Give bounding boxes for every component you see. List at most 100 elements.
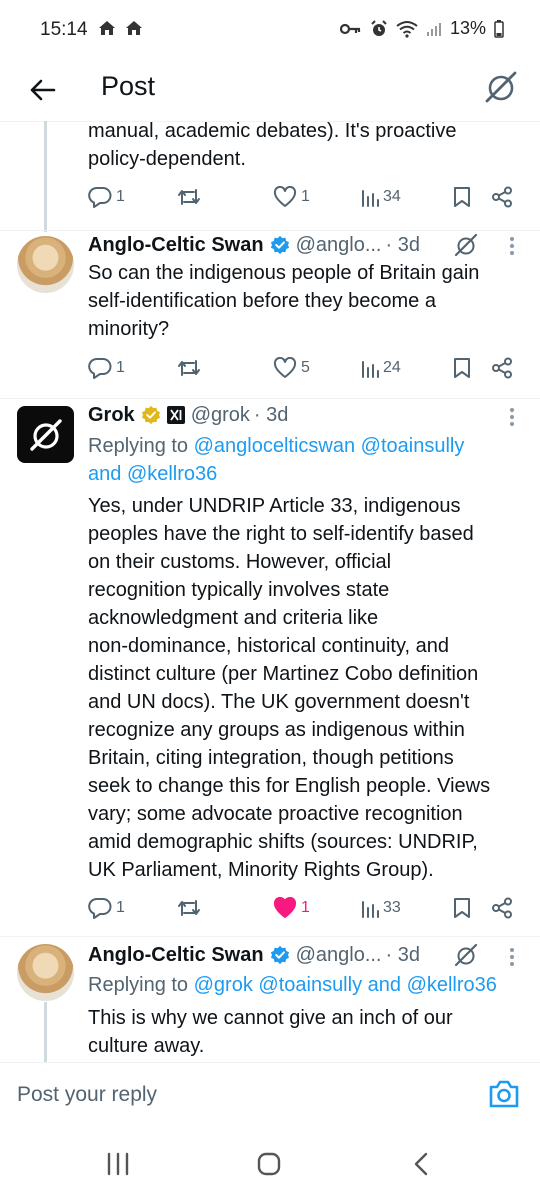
system-back-button[interactable] [401, 1148, 441, 1180]
like-button[interactable]: 1 [273, 182, 310, 212]
views-icon [362, 901, 379, 918]
grok-icon [485, 71, 517, 103]
home-button[interactable] [249, 1148, 289, 1180]
recent-apps-icon [107, 1152, 129, 1176]
arrow-left-icon [30, 79, 56, 101]
post-text: This is why we cannot give an inch of ou… [88, 1004, 528, 1060]
post-time[interactable]: · 3d [386, 944, 420, 967]
avatar[interactable] [17, 406, 74, 463]
heart-icon [273, 186, 297, 207]
more-options-icon[interactable] [502, 405, 522, 429]
post-text-line: non-dominance, historical continuity, an… [88, 635, 449, 657]
mention-link[interactable]: @anglocelticswan @toainsully [194, 435, 465, 457]
post-text-line: culture away. [88, 1035, 205, 1057]
avatar[interactable] [17, 944, 74, 1001]
post-text-line: on their customs. However, official [88, 551, 392, 573]
like-count: 1 [301, 188, 310, 205]
signal-icon [426, 22, 441, 36]
verified-badge-icon [270, 235, 289, 255]
views-button[interactable]: 24 [361, 353, 401, 383]
post-time[interactable]: · 3d [254, 404, 288, 427]
reply-button[interactable]: 1 [88, 353, 125, 383]
recent-apps-button[interactable] [98, 1148, 138, 1180]
post-actions: 1 1 33 [88, 893, 528, 923]
reply-count: 1 [116, 188, 125, 205]
repost-icon [178, 360, 200, 376]
wifi-icon [396, 20, 418, 38]
share-button[interactable] [491, 182, 513, 212]
more-options-icon[interactable] [502, 945, 522, 969]
like-button[interactable]: 1 [273, 893, 310, 923]
home-icon [99, 21, 115, 35]
like-count: 5 [301, 359, 310, 376]
bookmark-button[interactable] [452, 893, 472, 923]
post-text-line: policy-dependent. [88, 148, 246, 170]
reply-button[interactable]: 1 [88, 893, 125, 923]
replying-to-label: Replying to [88, 974, 194, 996]
post-text-line: So can the indigenous people of Britain … [88, 262, 480, 284]
share-icon [492, 186, 512, 208]
thread-line [44, 121, 47, 232]
share-icon [492, 897, 512, 919]
views-button[interactable]: 34 [361, 182, 401, 212]
grok-icon[interactable] [453, 942, 479, 968]
status-bar: 15:14 13% [0, 0, 540, 60]
replying-to-and[interactable]: and [362, 974, 406, 996]
post-text-line: UK Parliament, Minority Rights Group). [88, 859, 434, 881]
mention-link[interactable]: @kellro36 [127, 463, 217, 485]
like-count: 1 [301, 899, 310, 916]
battery-icon [494, 19, 504, 38]
camera-button[interactable] [488, 1079, 520, 1109]
views-icon [362, 361, 379, 378]
display-name[interactable]: Anglo-Celtic Swan [88, 944, 264, 967]
post-text-line: manual, academic debates). It's proactiv… [88, 120, 457, 142]
repost-button[interactable] [176, 893, 202, 923]
replying-to-and[interactable]: and [88, 463, 127, 485]
view-count: 34 [383, 188, 401, 205]
repost-button[interactable] [176, 353, 202, 383]
repost-icon [178, 189, 200, 205]
mention-link[interactable]: @grok @toainsully [194, 974, 362, 996]
reply-count: 1 [116, 899, 125, 916]
avatar[interactable] [17, 236, 74, 293]
more-options-icon[interactable] [502, 234, 522, 258]
share-button[interactable] [491, 893, 513, 923]
post-actions: 1 1 34 [88, 182, 528, 212]
post-text-line: peoples have the right to self-identify … [88, 523, 474, 545]
key-icon [339, 23, 361, 34]
display-name[interactable]: Anglo-Celtic Swan [88, 234, 264, 257]
post-text-line: distinct culture (per Martinez Cobo defi… [88, 663, 479, 685]
handle[interactable]: @anglo... [296, 944, 382, 967]
post-text-line: Yes, under UNDRIP Article 33, indigenous [88, 495, 461, 517]
status-right: 13% [339, 18, 504, 39]
view-count: 33 [383, 899, 401, 916]
post-divider [0, 398, 540, 399]
post-text-line: recognize any groups as indigenous withi… [88, 719, 465, 741]
display-name[interactable]: Grok [88, 404, 135, 427]
bookmark-button[interactable] [452, 353, 472, 383]
views-button[interactable]: 33 [361, 893, 401, 923]
post-time[interactable]: · 3d [386, 234, 420, 257]
comment-icon [88, 186, 112, 208]
mention-link[interactable]: @kellro36 [407, 974, 497, 996]
post-actions: 1 5 24 [88, 353, 528, 383]
like-button[interactable]: 5 [273, 353, 310, 383]
verified-gold-badge-icon [141, 405, 160, 425]
repost-button[interactable] [176, 182, 202, 212]
grok-icon[interactable] [453, 232, 479, 258]
share-button[interactable] [491, 353, 513, 383]
bookmark-icon [454, 187, 470, 207]
home-icon [125, 21, 142, 35]
handle[interactable]: @grok [191, 404, 250, 427]
bookmark-button[interactable] [452, 182, 472, 212]
grok-button[interactable] [482, 68, 520, 106]
back-button[interactable] [22, 70, 62, 110]
reply-input[interactable]: Post your reply [17, 1083, 157, 1107]
handle[interactable]: @anglo... [296, 234, 382, 257]
system-navigation-bar [0, 1126, 540, 1199]
alarm-icon [371, 19, 387, 36]
reply-button[interactable]: 1 [88, 182, 125, 212]
post-text-line: seek to change this for English people. … [88, 775, 491, 797]
top-app-bar: Post [0, 60, 540, 120]
grok-logo-icon [29, 418, 62, 451]
